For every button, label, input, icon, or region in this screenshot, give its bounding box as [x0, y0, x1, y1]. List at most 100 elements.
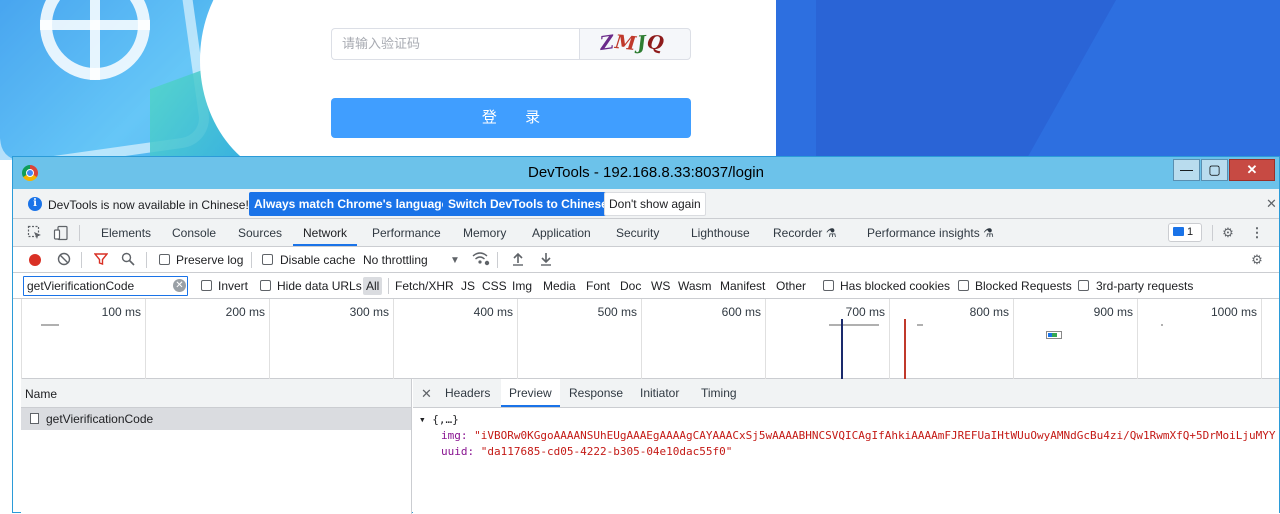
tab-performance-insights[interactable]: Performance insights ⚗: [867, 219, 994, 246]
tab-console[interactable]: Console: [172, 219, 216, 246]
maximize-button[interactable]: ▢: [1201, 159, 1228, 181]
type-filter-media[interactable]: Media: [543, 279, 576, 293]
tab-memory[interactable]: Memory: [463, 219, 506, 246]
has-blocked-cookies-label: Has blocked cookies: [840, 279, 951, 293]
more-options-icon[interactable]: ⋮: [1249, 225, 1265, 241]
captcha-char: Q: [645, 30, 666, 56]
tab-initiator[interactable]: Initiator: [640, 379, 679, 407]
preserve-log-checkbox[interactable]: [159, 254, 170, 265]
captcha-image[interactable]: ZMJQ: [579, 28, 691, 60]
tab-recorder[interactable]: Recorder ⚗: [773, 219, 836, 246]
tab-sources[interactable]: Sources: [238, 219, 282, 246]
record-icon[interactable]: [29, 254, 41, 266]
timeline-tick: 600 ms: [721, 305, 761, 319]
load-event-marker: [904, 319, 906, 379]
timeline-tick: 1000 ms: [1210, 305, 1257, 319]
clear-filter-icon[interactable]: ✕: [173, 279, 186, 292]
match-language-button[interactable]: Always match Chrome's language: [249, 192, 454, 216]
login-button[interactable]: 登 录: [331, 98, 691, 138]
switch-to-chinese-button[interactable]: Switch DevTools to Chinese: [443, 192, 613, 216]
timeline-tick: 500 ms: [597, 305, 637, 319]
hide-data-urls-label: Hide data URLs: [277, 279, 362, 293]
chevron-down-icon[interactable]: ▼: [450, 253, 460, 269]
tab-timing[interactable]: Timing: [701, 379, 737, 407]
timeline-tick: 100 ms: [101, 305, 141, 319]
tab-lighthouse[interactable]: Lighthouse: [691, 219, 750, 246]
type-filter-other[interactable]: Other: [776, 279, 806, 293]
request-row[interactable]: getVierificationCode: [21, 408, 411, 430]
file-icon: [30, 413, 39, 424]
tab-response[interactable]: Response: [569, 379, 623, 407]
blocked-requests-label: Blocked Requests: [975, 279, 1072, 293]
dont-show-again-button[interactable]: Don't show again: [604, 192, 706, 216]
type-filter-wasm[interactable]: Wasm: [678, 279, 712, 293]
network-conditions-icon[interactable]: [472, 251, 490, 271]
tab-headers[interactable]: Headers: [445, 379, 490, 407]
import-har-icon[interactable]: [511, 252, 525, 270]
issues-icon: [1173, 227, 1184, 236]
json-key-uuid: uuid:: [441, 445, 475, 458]
disable-cache-label: Disable cache: [280, 253, 356, 267]
tab-network[interactable]: Network: [293, 219, 358, 246]
disable-cache-checkbox[interactable]: [262, 254, 273, 265]
third-party-checkbox[interactable]: [1078, 280, 1089, 291]
timeline-tick: 400 ms: [473, 305, 513, 319]
preserve-log-label: Preserve log: [176, 253, 244, 267]
network-settings-icon[interactable]: ⚙: [1249, 252, 1265, 268]
minimize-button[interactable]: —: [1173, 159, 1200, 181]
window-title: DevTools - 192.168.8.33:8037/login: [527, 164, 764, 181]
info-icon: i: [28, 197, 42, 211]
type-filter-img[interactable]: Img: [512, 279, 532, 293]
type-filter-css[interactable]: CSS: [482, 279, 507, 293]
type-filter-js[interactable]: JS: [461, 279, 475, 293]
tab-preview[interactable]: Preview: [501, 379, 560, 407]
filter-input[interactable]: getVierificationCode: [23, 276, 188, 296]
network-filterbar: getVierificationCode ✕ Invert Hide data …: [13, 273, 1279, 299]
type-filter-manifest[interactable]: Manifest: [720, 279, 765, 293]
type-filter-fetch-xhr[interactable]: Fetch/XHR: [395, 279, 454, 293]
tab-performance[interactable]: Performance: [372, 219, 441, 246]
type-filter-ws[interactable]: WS: [651, 279, 670, 293]
flask-icon: ⚗: [825, 226, 837, 240]
json-value-uuid: "da117685-cd05-4222-b305-04e10dac55f0": [480, 445, 733, 458]
timeline-tick: 700 ms: [845, 305, 885, 319]
device-toolbar-icon[interactable]: [53, 225, 69, 241]
tab-application[interactable]: Application: [532, 219, 591, 246]
json-img-line: img: "iVBORw0KGgoAAAANSUhEUgAAAEgAAAAgCA…: [419, 428, 1277, 444]
has-blocked-cookies-checkbox[interactable]: [823, 280, 834, 291]
inspect-element-icon[interactable]: [27, 225, 43, 241]
json-value-img: "iVBORw0KGgoAAAANSUhEUgAAAEgAAAAgCAYAAAC…: [474, 429, 1276, 442]
search-icon[interactable]: [121, 252, 135, 270]
json-root[interactable]: ▾ {,…}: [419, 412, 1277, 428]
timeline-tick: 900 ms: [1093, 305, 1133, 319]
type-filter-all[interactable]: All: [363, 277, 383, 295]
issues-button[interactable]: 1: [1168, 223, 1202, 242]
throttling-select[interactable]: No throttling: [363, 253, 428, 267]
infobar-close-icon[interactable]: ✕: [1266, 196, 1277, 212]
close-window-button[interactable]: ✕: [1229, 159, 1275, 181]
timeline-tick: 800 ms: [969, 305, 1009, 319]
devtools-tabbar: Elements Console Sources Network Perform…: [13, 219, 1279, 247]
clear-icon[interactable]: [57, 252, 71, 270]
timeline-tick: 200 ms: [225, 305, 265, 319]
export-har-icon[interactable]: [539, 252, 553, 270]
captcha-input[interactable]: 请输入验证码: [331, 28, 579, 60]
login-page-background: 请输入验证码 ZMJQ 登 录: [0, 0, 1280, 160]
filter-icon[interactable]: [93, 252, 109, 270]
name-column-header[interactable]: Name: [21, 379, 411, 408]
blocked-requests-checkbox[interactable]: [958, 280, 969, 291]
type-filter-doc[interactable]: Doc: [620, 279, 641, 293]
network-overview-timeline[interactable]: 100 ms 200 ms 300 ms 400 ms 500 ms 600 m…: [21, 299, 1279, 379]
tab-elements[interactable]: Elements: [101, 219, 151, 246]
tab-security[interactable]: Security: [616, 219, 659, 246]
request-list: Name getVierificationCode: [21, 379, 412, 514]
settings-gear-icon[interactable]: ⚙: [1220, 225, 1236, 241]
json-key-img: img:: [441, 429, 468, 442]
type-filter-font[interactable]: Font: [586, 279, 610, 293]
language-infobar: i DevTools is now available in Chinese! …: [13, 189, 1279, 219]
hide-data-urls-checkbox[interactable]: [260, 280, 271, 291]
tab-performance-insights-label: Performance insights: [867, 226, 980, 240]
close-details-icon[interactable]: ✕: [421, 386, 432, 402]
captcha-char: M: [613, 30, 639, 56]
invert-checkbox[interactable]: [201, 280, 212, 291]
